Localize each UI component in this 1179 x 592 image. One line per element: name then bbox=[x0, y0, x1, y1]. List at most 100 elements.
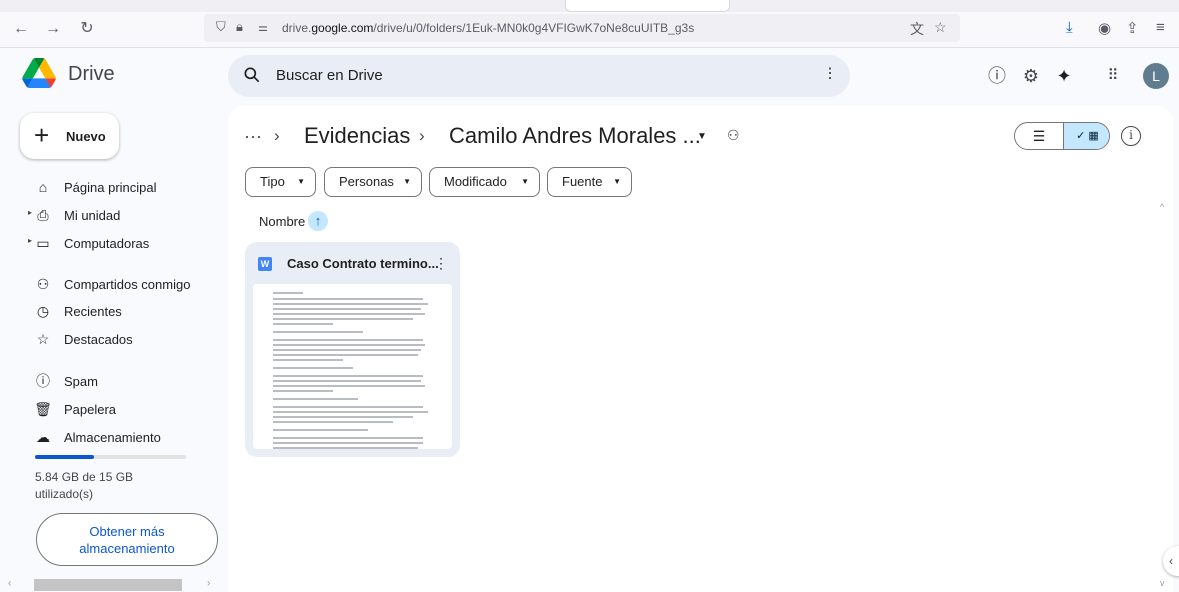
document-text-line bbox=[273, 331, 363, 333]
filter-chip-modified[interactable]: Modificado ▼ bbox=[429, 167, 540, 197]
downloads-icon[interactable]: ⤓ bbox=[1066, 19, 1073, 36]
drive-logo-icon[interactable] bbox=[20, 58, 58, 88]
document-text-line bbox=[273, 390, 333, 392]
document-text-line bbox=[273, 318, 413, 320]
document-text-line bbox=[273, 292, 303, 294]
expand-caret-icon[interactable]: ▸ bbox=[28, 236, 32, 245]
chevron-down-icon: ▼ bbox=[297, 177, 305, 186]
menu-icon[interactable]: ≡ bbox=[1156, 19, 1165, 36]
search-bar[interactable]: Buscar en Drive ⫶ bbox=[228, 55, 850, 97]
spam-icon: ⓘ bbox=[36, 373, 50, 389]
chevron-right-icon: › bbox=[274, 126, 280, 145]
breadcrumb-parent[interactable]: Evidencias bbox=[304, 123, 410, 149]
document-text-line bbox=[273, 447, 418, 449]
filter-chip-people[interactable]: Personas ▼ bbox=[324, 167, 422, 197]
filter-label: Modificado bbox=[444, 174, 507, 189]
browser-tab[interactable] bbox=[565, 0, 730, 12]
sidebar-item-my-drive[interactable]: ▸ ⎙ Mi unidad bbox=[0, 202, 215, 228]
sort-label[interactable]: Nombre bbox=[259, 214, 305, 229]
sidebar-item-label: Recientes bbox=[64, 304, 122, 319]
apps-grid-icon[interactable]: ⠿ bbox=[1100, 63, 1126, 89]
document-text-line bbox=[273, 406, 423, 408]
file-thumbnail[interactable] bbox=[253, 284, 452, 449]
sidebar-item-label: Almacenamiento bbox=[64, 430, 161, 445]
expand-caret-icon[interactable]: ▸ bbox=[28, 208, 32, 217]
help-icon[interactable]: ⓘ bbox=[984, 63, 1010, 89]
sidebar-item-recent[interactable]: ◷ Recientes bbox=[0, 298, 215, 324]
breadcrumb-more[interactable]: ··· bbox=[244, 126, 262, 147]
storage-progress bbox=[35, 455, 186, 459]
scroll-up-icon[interactable]: ^ bbox=[1160, 202, 1164, 212]
tab-strip bbox=[0, 0, 1179, 12]
sidebar-item-trash[interactable]: 🗑︎ Papelera bbox=[0, 396, 215, 422]
sort-ascending-icon[interactable]: ↑ bbox=[308, 211, 328, 231]
filter-label: Fuente bbox=[562, 174, 603, 189]
cloud-icon: ☁ bbox=[36, 429, 50, 445]
sidebar-item-label: Mi unidad bbox=[64, 208, 121, 223]
address-bar[interactable]: ⛉ 🔒︎ ⚌ drive.google.com/drive/u/0/folder… bbox=[204, 14, 960, 42]
sidebar-item-label: Compartidos conmigo bbox=[64, 277, 191, 292]
gemini-icon[interactable]: ✦ bbox=[1051, 63, 1077, 89]
more-actions-icon[interactable]: ⋮ bbox=[434, 254, 448, 272]
shared-folder-icon[interactable]: ⚇ bbox=[727, 127, 740, 144]
scroll-left-icon[interactable]: ‹ bbox=[8, 578, 11, 589]
filter-chip-type[interactable]: Tipo ▼ bbox=[245, 167, 316, 197]
sidebar-item-storage[interactable]: ☁ Almacenamiento bbox=[0, 424, 215, 450]
chevron-down-icon: ▼ bbox=[403, 177, 411, 186]
back-icon[interactable]: ← bbox=[10, 20, 32, 38]
sidebar-horizontal-scrollbar[interactable]: ‹ › bbox=[0, 578, 228, 592]
search-options-icon[interactable]: ⫶ bbox=[828, 65, 832, 85]
info-icon[interactable]: i bbox=[1121, 126, 1141, 146]
browser-toolbar: ← → ↻ ⛉ 🔒︎ ⚌ drive.google.com/drive/u/0/… bbox=[0, 0, 1179, 48]
sidebar-item-shared[interactable]: ⚇ Compartidos conmigo bbox=[0, 271, 215, 297]
url-text[interactable]: drive.google.com/drive/u/0/folders/1Euk-… bbox=[282, 21, 694, 35]
trash-icon: 🗑︎ bbox=[34, 401, 52, 417]
document-text-line bbox=[273, 308, 421, 310]
plus-icon: + bbox=[34, 120, 50, 150]
shield-icon[interactable]: ⛉ bbox=[216, 19, 226, 35]
bookmark-star-icon[interactable]: ☆ bbox=[934, 19, 947, 36]
url-domain: google.com bbox=[311, 21, 374, 35]
sidebar-item-home[interactable]: ⌂ Página principal bbox=[0, 174, 215, 200]
shared-icon: ⚇ bbox=[36, 276, 50, 292]
document-text-line bbox=[273, 367, 353, 369]
filter-label: Personas bbox=[339, 174, 394, 189]
sidebar-item-spam[interactable]: ⓘ Spam bbox=[0, 368, 215, 394]
chevron-down-icon[interactable]: ▼ bbox=[697, 131, 707, 142]
breadcrumb-current[interactable]: Camilo Andres Morales ... bbox=[449, 123, 701, 149]
document-text-line bbox=[273, 323, 333, 325]
account-icon[interactable]: ◉ bbox=[1098, 19, 1111, 37]
more-storage-line2: almacenamiento bbox=[79, 541, 175, 556]
document-text-line bbox=[273, 380, 421, 382]
url-prefix: drive. bbox=[282, 21, 312, 35]
avatar[interactable]: L bbox=[1143, 63, 1169, 89]
filter-chip-source[interactable]: Fuente ▼ bbox=[547, 167, 632, 197]
sidebar-item-computers[interactable]: ▸ ▭ Computadoras bbox=[0, 230, 215, 256]
forward-icon[interactable]: → bbox=[42, 20, 64, 38]
app-name[interactable]: Drive bbox=[68, 63, 115, 86]
document-text-line bbox=[273, 398, 358, 400]
new-button[interactable]: + Nuevo bbox=[20, 113, 119, 159]
filter-label: Tipo bbox=[260, 174, 285, 189]
document-text-line bbox=[273, 354, 418, 356]
document-text-line bbox=[273, 359, 343, 361]
scroll-down-icon[interactable]: v bbox=[1160, 578, 1165, 588]
translate-icon[interactable]: 文 bbox=[910, 19, 924, 39]
scrollbar-thumb[interactable] bbox=[34, 579, 182, 591]
permissions-icon[interactable]: ⚌ bbox=[258, 21, 268, 34]
get-more-storage-button[interactable]: Obtener más almacenamiento bbox=[36, 513, 218, 566]
reload-icon[interactable]: ↻ bbox=[76, 20, 98, 38]
main-vertical-scrollbar[interactable]: ^ v bbox=[1158, 190, 1172, 590]
view-toggle[interactable]: ☰ ✓ ▦ bbox=[1014, 122, 1110, 150]
search-input[interactable]: Buscar en Drive bbox=[276, 67, 383, 84]
scroll-right-icon[interactable]: › bbox=[207, 578, 210, 589]
extensions-icon[interactable]: ⇪ bbox=[1126, 19, 1139, 37]
settings-icon[interactable]: ⚙ bbox=[1018, 63, 1044, 89]
search-icon[interactable] bbox=[242, 65, 262, 85]
grid-view-icon[interactable]: ✓ ▦ bbox=[1063, 123, 1109, 149]
file-card[interactable]: W Caso Contrato termino... ⋮ bbox=[245, 242, 460, 457]
lock-icon[interactable]: 🔒︎ bbox=[236, 19, 243, 35]
list-view-icon[interactable]: ☰ bbox=[1015, 123, 1063, 149]
sidebar-item-starred[interactable]: ☆ Destacados bbox=[0, 326, 215, 352]
document-text-line bbox=[273, 303, 428, 305]
